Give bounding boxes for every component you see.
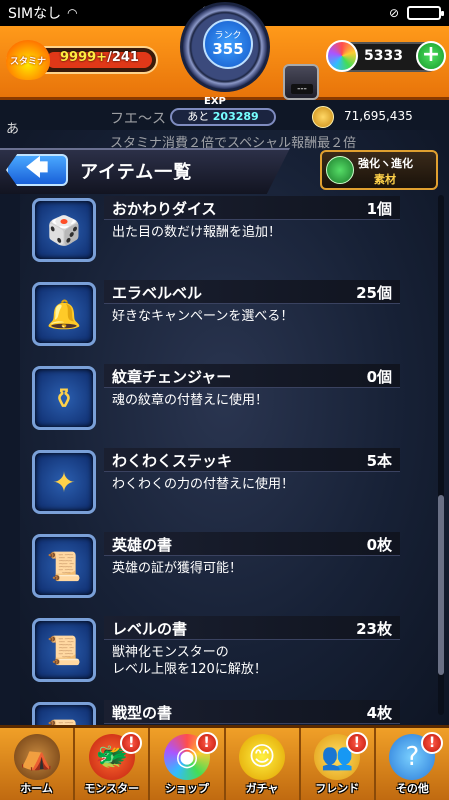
item-name-bar: 戦型の書 4枚 bbox=[104, 700, 400, 724]
emblem-changer-icon: ⚱ bbox=[32, 366, 96, 430]
item-description-line: 出た目の数だけ報酬を追加！ bbox=[112, 225, 282, 240]
item-description-line: 魂の紋章の付替えに使用！ bbox=[112, 393, 269, 408]
stamina-current: 9999+ bbox=[60, 50, 108, 65]
nav-label: ガチャ bbox=[245, 782, 279, 795]
orb-count: 5333 bbox=[364, 48, 403, 64]
notification-badge: ! bbox=[345, 732, 368, 754]
exp-prefix: あと bbox=[187, 110, 210, 123]
item-description: 英雄の証が獲得可能！ bbox=[112, 560, 242, 577]
item-name: 英雄の書 bbox=[112, 536, 173, 554]
orb-counter[interactable]: 5333 + bbox=[326, 40, 446, 72]
item-count: 0枚 bbox=[366, 536, 392, 554]
materials-label: 素材 bbox=[374, 173, 396, 186]
item-description: 出た目の数だけ報酬を追加！ bbox=[112, 224, 281, 241]
exp-remaining-box: あと 203289 bbox=[170, 108, 276, 126]
exp-remaining: 203289 bbox=[212, 110, 259, 123]
item-name: 戦型の書 bbox=[112, 704, 173, 722]
enhance-label: 強化ヽ進化 bbox=[358, 157, 413, 170]
list-item[interactable]: ⚱ 紋章チェンジャー 0個魂の紋章の付替えに使用！ bbox=[28, 364, 408, 440]
scrollbar-thumb[interactable] bbox=[438, 495, 444, 675]
item-count: 25個 bbox=[356, 284, 392, 302]
item-name: レベルの書 bbox=[112, 620, 188, 638]
item-description-line: 好きなキャンペーンを選べる！ bbox=[112, 309, 294, 324]
level-scroll-icon: 📜 bbox=[32, 618, 96, 682]
nav-item-4[interactable]: 👥! フレンド bbox=[301, 728, 376, 800]
item-description: 魂の紋章の付替えに使用！ bbox=[112, 392, 268, 409]
list-item[interactable]: 🎲 おかわりダイス 1個出た目の数だけ報酬を追加！ bbox=[28, 196, 408, 272]
home-icon: ⛺ bbox=[13, 734, 60, 780]
rank-value: 355 bbox=[212, 40, 244, 58]
partial-item-name: フエ～ス bbox=[110, 111, 166, 127]
nav-item-0[interactable]: ⛺ ホーム bbox=[0, 728, 76, 800]
rank-inner: ランク 355 bbox=[203, 19, 253, 69]
item-count: 4枚 bbox=[366, 704, 392, 722]
stamina-text: 9999+/241 bbox=[60, 50, 139, 65]
list-item[interactable]: 📜 レベルの書 23枚獣神化モンスターのレベル上限を120に解放！ bbox=[28, 616, 408, 692]
notification-badge: ! bbox=[195, 732, 218, 754]
item-count: 0個 bbox=[366, 368, 392, 386]
dice-icon: 🎲 bbox=[32, 198, 96, 262]
item-name-bar: おかわりダイス 1個 bbox=[104, 196, 400, 220]
item-name-bar: 紋章チェンジャー 0個 bbox=[104, 364, 400, 388]
item-name-bar: エラベルベル 25個 bbox=[104, 280, 400, 304]
box-icon[interactable]: --- bbox=[283, 64, 319, 100]
item-name: わくわくステッキ bbox=[112, 452, 233, 470]
item-name: 紋章チェンジャー bbox=[112, 368, 232, 386]
enhance-materials-button[interactable]: 強化ヽ進化 素材 bbox=[320, 150, 438, 190]
list-item[interactable]: 🔔 エラベルベル 25個好きなキャンペーンを選べる！ bbox=[28, 280, 408, 356]
rank-badge[interactable]: ランク 355 bbox=[180, 2, 270, 92]
nav-item-5[interactable]: ?! その他 bbox=[376, 728, 449, 800]
nav-label: ホーム bbox=[20, 782, 53, 795]
gacha-icon: 😊 bbox=[239, 734, 286, 780]
stamina-max: /241 bbox=[107, 50, 139, 65]
item-name-bar: 英雄の書 0枚 bbox=[104, 532, 400, 556]
list-item[interactable]: ✦ わくわくステッキ 5本わくわくの力の付替えに使用！ bbox=[28, 448, 408, 524]
item-name-bar: わくわくステッキ 5本 bbox=[104, 448, 400, 472]
nav-item-2[interactable]: ◉! ショップ bbox=[150, 728, 226, 800]
bell-icon: 🔔 bbox=[32, 282, 96, 346]
item-count: 5本 bbox=[366, 452, 392, 470]
item-description: 獣神化モンスターのレベル上限を120に解放！ bbox=[112, 644, 267, 678]
page-title: アイテム一覧 bbox=[80, 162, 193, 183]
back-button[interactable]: 🡄 bbox=[6, 154, 68, 186]
item-description-line: わくわくの力の付替えに使用！ bbox=[112, 477, 295, 492]
item-description-line: 獣神化モンスターの bbox=[112, 645, 229, 660]
stamina-gauge[interactable]: スタミナ 9999+/241 bbox=[6, 40, 158, 80]
item-name: エラベルベル bbox=[112, 284, 203, 302]
material-gem-icon bbox=[326, 156, 354, 184]
side-strip bbox=[0, 130, 20, 725]
nav-label: フレンド bbox=[315, 782, 360, 795]
scrollbar[interactable] bbox=[438, 195, 444, 715]
item-name: おかわりダイス bbox=[112, 200, 217, 218]
orb-icon bbox=[326, 40, 358, 72]
nav-label: ショップ bbox=[164, 782, 209, 795]
list-item[interactable]: 📜 英雄の書 0枚英雄の証が獲得可能！ bbox=[28, 532, 408, 608]
item-description: わくわくの力の付替えに使用！ bbox=[112, 476, 294, 493]
nav-label: モンスター bbox=[84, 782, 140, 795]
item-description: 好きなキャンペーンを選べる！ bbox=[112, 308, 293, 325]
stamina-icon: スタミナ bbox=[6, 40, 50, 80]
notification-badge: ! bbox=[421, 732, 444, 754]
battery-icon bbox=[407, 6, 444, 20]
item-count: 1個 bbox=[366, 200, 392, 218]
nav-item-3[interactable]: 😊 ガチャ bbox=[226, 728, 301, 800]
bottom-nav: ⛺ ホーム 🐲! モンスター ◉! ショップ 😊 ガチャ 👥! フレンド?! その他 bbox=[0, 725, 449, 800]
item-count: 23枚 bbox=[356, 620, 392, 638]
item-description-line: レベル上限を120に解放！ bbox=[112, 662, 267, 677]
hero-scroll-icon: 📜 bbox=[32, 534, 96, 598]
exp-label: EXP bbox=[204, 96, 226, 107]
side-character: あ bbox=[6, 122, 20, 137]
wand-icon: ✦ bbox=[32, 450, 96, 514]
nav-item-1[interactable]: 🐲! モンスター bbox=[75, 728, 151, 800]
notification-badge: ! bbox=[120, 732, 143, 754]
nav-label: その他 bbox=[395, 782, 429, 795]
box-count: --- bbox=[291, 84, 313, 94]
item-description-line: 英雄の証が獲得可能！ bbox=[112, 561, 243, 576]
item-name-bar: レベルの書 23枚 bbox=[104, 616, 400, 640]
buy-orb-button[interactable]: + bbox=[416, 41, 446, 71]
